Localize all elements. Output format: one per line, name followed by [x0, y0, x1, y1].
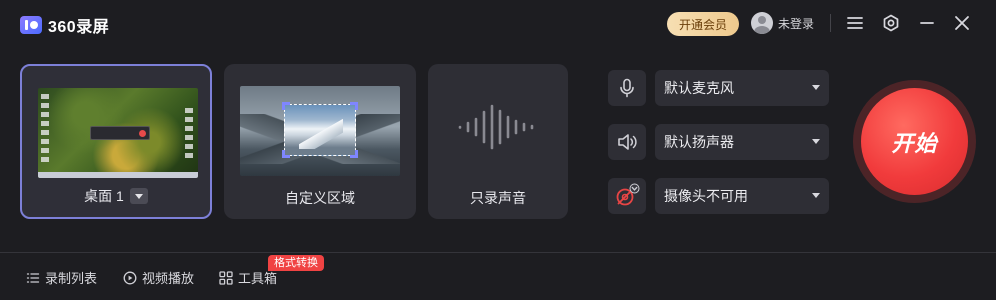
camera-select[interactable]: 摄像头不可用	[655, 178, 829, 214]
title-divider	[830, 14, 831, 32]
minimize-icon[interactable]	[916, 12, 938, 34]
chevron-down-icon	[812, 139, 820, 144]
start-button-ring: 开始	[853, 80, 976, 203]
nav-label-recording-list: 录制列表	[45, 271, 98, 286]
mode-label-audio-only: 只录声音	[470, 190, 526, 206]
mode-card-audio-only[interactable]: 只录声音	[428, 64, 568, 219]
list-icon	[26, 272, 40, 283]
sound-wave-icon	[458, 104, 534, 150]
mode-card-desktop[interactable]: 桌面 1	[20, 64, 212, 219]
start-label: 开始	[891, 130, 938, 156]
format-convert-badge[interactable]: 格式转换	[268, 255, 324, 271]
app-title: 360录屏	[48, 19, 110, 36]
bottom-divider	[0, 252, 996, 253]
camera-toggle[interactable]	[608, 178, 646, 214]
microphone-toggle[interactable]	[608, 70, 646, 106]
desktop-preview	[38, 88, 198, 178]
microphone-value: 默认麦克风	[664, 80, 734, 96]
nav-recording-list[interactable]: 录制列表	[26, 268, 97, 287]
nav-video-player[interactable]: 视频播放	[123, 268, 194, 287]
user-label: 未登录	[778, 16, 815, 31]
camera-disabled-icon	[616, 183, 640, 206]
camera-value: 摄像头不可用	[664, 188, 748, 204]
speaker-value: 默认扬声器	[664, 134, 734, 150]
grid-icon	[219, 270, 233, 285]
speaker-toggle[interactable]	[608, 124, 646, 160]
microphone-select[interactable]: 默认麦克风	[655, 70, 829, 106]
mode-label-desktop: 桌面 1	[84, 188, 124, 204]
chevron-down-icon	[812, 193, 820, 198]
avatar-icon	[751, 12, 773, 34]
region-preview	[240, 86, 400, 176]
close-icon[interactable]	[951, 12, 973, 34]
nav-label-video-player: 视频播放	[142, 271, 195, 286]
settings-icon[interactable]	[880, 12, 902, 34]
menu-icon[interactable]	[844, 12, 866, 34]
mode-label-custom-region: 自定义区域	[285, 190, 355, 206]
screen-dropdown-icon[interactable]	[129, 188, 148, 205]
chevron-down-icon	[812, 85, 820, 90]
vip-button[interactable]: 开通会员	[667, 12, 739, 36]
title-bar: 360录屏 开通会员 未登录	[0, 0, 996, 46]
microphone-icon	[620, 78, 634, 98]
speaker-select[interactable]: 默认扬声器	[655, 124, 829, 160]
mode-card-custom-region[interactable]: 自定义区域	[224, 64, 416, 219]
play-icon	[123, 271, 137, 284]
speaker-icon	[618, 134, 637, 150]
user-login[interactable]: 未登录	[751, 12, 814, 34]
region-selection-box	[282, 102, 358, 158]
logo-icon	[20, 16, 42, 34]
start-button[interactable]: 开始	[861, 88, 968, 195]
app-logo: 360录屏	[20, 13, 109, 37]
